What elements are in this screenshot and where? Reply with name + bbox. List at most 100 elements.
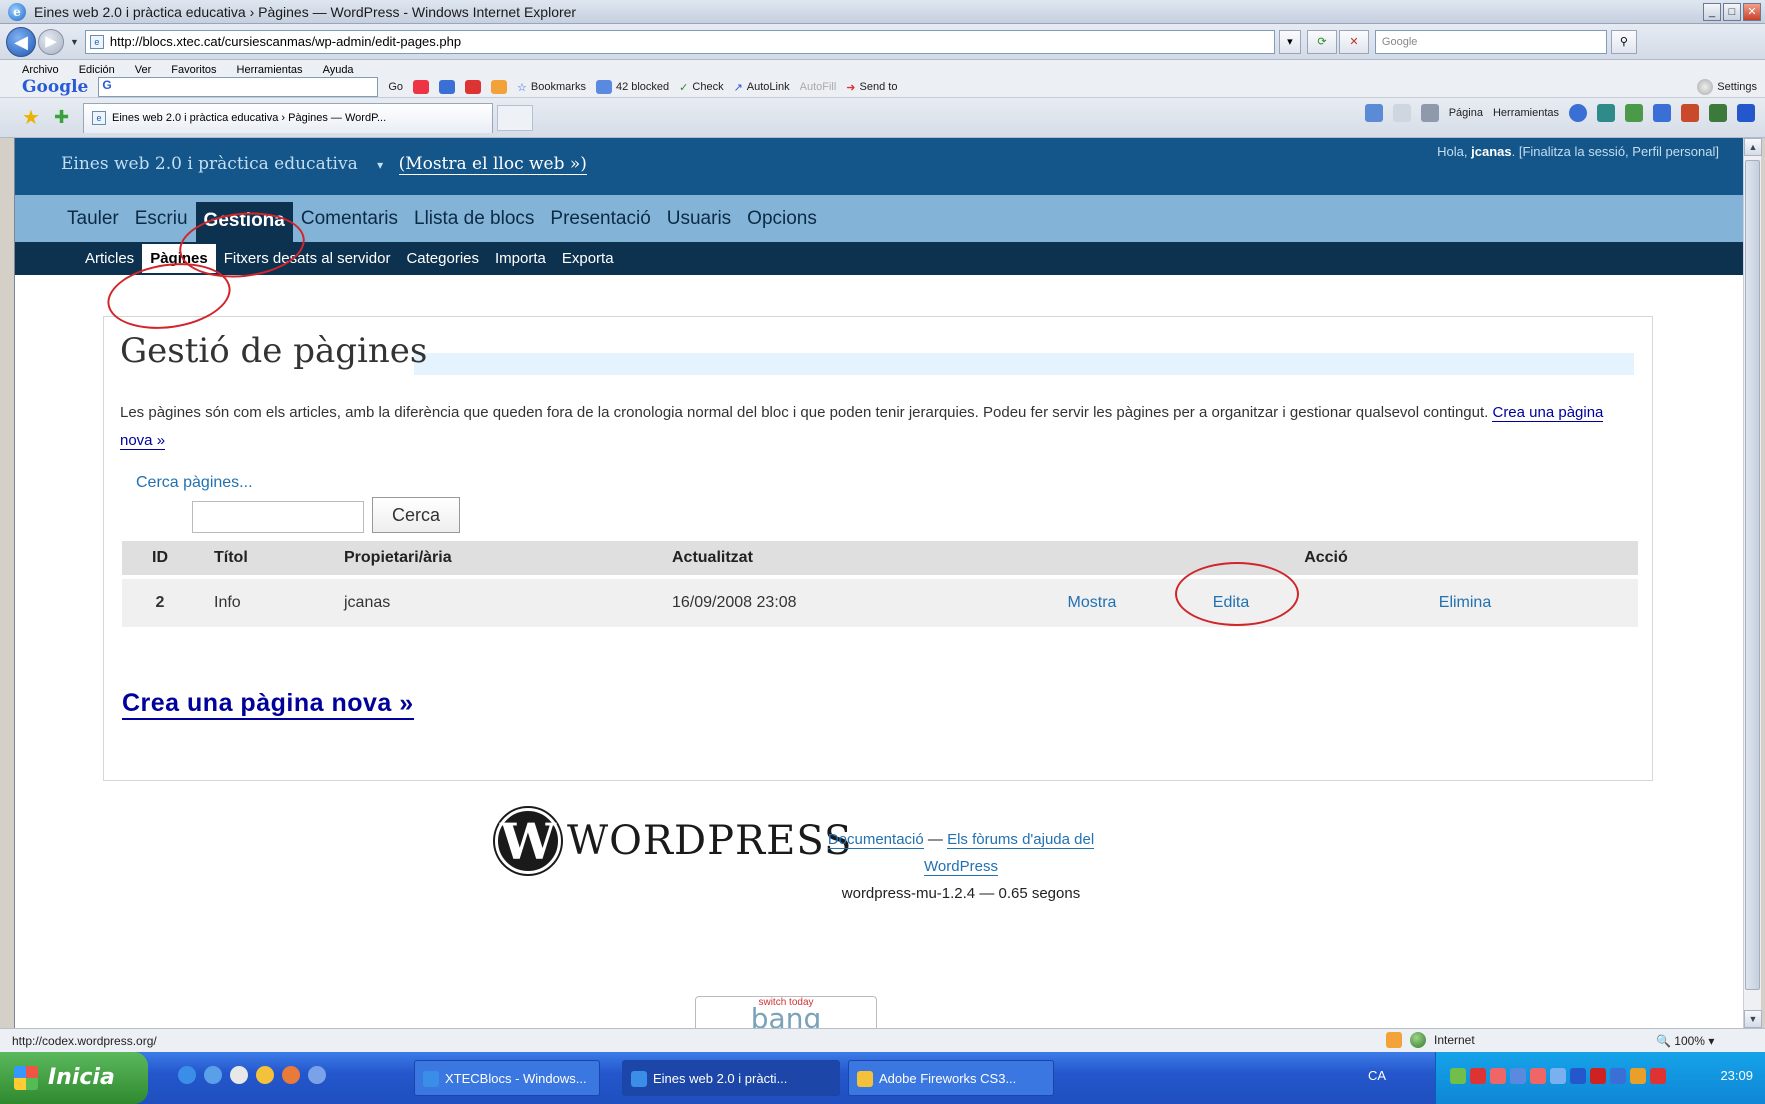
sendto-button[interactable]: ➜ Send to <box>846 81 897 94</box>
maximize-button[interactable]: □ <box>1723 3 1741 21</box>
back-button[interactable]: ◀ <box>6 26 36 57</box>
search-input[interactable]: Google <box>1374 29 1607 54</box>
tray-icon-2[interactable] <box>1470 1068 1486 1084</box>
news-icon[interactable] <box>439 80 456 94</box>
scroll-thumb[interactable] <box>1745 160 1760 990</box>
task-xtecblocs[interactable]: XTECBlocs - Windows... <box>414 1060 600 1096</box>
stop-button[interactable]: ✕ <box>1338 29 1369 54</box>
addon-icon-2[interactable] <box>1625 104 1643 122</box>
submenu-articles[interactable]: Articles <box>77 244 142 273</box>
submenu-categories[interactable]: Categories <box>398 244 487 273</box>
address-field[interactable]: e http://blocs.xtec.cat/cursiescanmas/wp… <box>84 29 1275 54</box>
scroll-up-icon[interactable]: ▲ <box>1744 138 1762 156</box>
tray-icon-6[interactable] <box>1550 1068 1566 1084</box>
tray-icon-10[interactable] <box>1630 1068 1646 1084</box>
refresh-button[interactable]: ⟳ <box>1306 29 1337 54</box>
promo-badge[interactable]: switch today bang <box>695 996 877 1028</box>
menu-llista-blocs[interactable]: Llista de blocs <box>406 208 542 242</box>
minimize-button[interactable]: _ <box>1703 3 1721 21</box>
blog-dropdown-icon[interactable]: ▾ <box>377 158 383 172</box>
tray-icon-11[interactable] <box>1650 1068 1666 1084</box>
language-indicator[interactable]: CA <box>1368 1068 1386 1083</box>
popup-blocker-button[interactable]: 42 blocked <box>595 80 669 94</box>
bookmarks-button[interactable]: ☆ Bookmarks <box>517 81 586 94</box>
tray-icon-5[interactable] <box>1530 1068 1546 1084</box>
close-button[interactable]: ✕ <box>1743 3 1761 21</box>
tray-icon-8[interactable] <box>1590 1068 1606 1084</box>
vertical-scrollbar[interactable]: ▲ ▼ <box>1743 138 1762 1028</box>
menu-archivo[interactable]: Archivo <box>22 64 59 76</box>
tray-icon-9[interactable] <box>1610 1068 1626 1084</box>
menu-presentacio[interactable]: Presentació <box>542 208 658 242</box>
gmail-icon[interactable] <box>465 80 482 94</box>
scroll-down-icon[interactable]: ▼ <box>1744 1010 1762 1028</box>
tools-menu[interactable]: Herramientas <box>1493 107 1559 119</box>
tray-icon-3[interactable] <box>1490 1068 1506 1084</box>
quicklaunch-firefox-icon[interactable] <box>282 1066 300 1084</box>
search-pages-input[interactable] <box>192 501 364 533</box>
quicklaunch-media-icon[interactable] <box>230 1066 248 1084</box>
print-icon[interactable] <box>1420 104 1439 122</box>
menu-edicion[interactable]: Edición <box>79 64 115 76</box>
addon-icon-5[interactable] <box>1709 104 1727 122</box>
task-fireworks[interactable]: Adobe Fireworks CS3... <box>848 1060 1054 1096</box>
autolink-button[interactable]: ↗ AutoLink <box>734 81 790 94</box>
spellcheck-button[interactable]: ✓ Check <box>679 81 723 94</box>
quicklaunch-ie-icon[interactable] <box>178 1066 196 1084</box>
menu-favoritos[interactable]: Favoritos <box>171 64 216 76</box>
security-zone[interactable]: Internet <box>1386 1032 1475 1048</box>
history-dropdown-icon[interactable]: ▼ <box>70 37 79 47</box>
submenu-exporta[interactable]: Exporta <box>554 244 622 273</box>
tray-icon-1[interactable] <box>1450 1068 1466 1084</box>
tray-icons <box>1450 1068 1666 1084</box>
forward-button[interactable]: ▶ <box>38 28 64 55</box>
page-menu[interactable]: Página <box>1449 107 1483 119</box>
submenu-importa[interactable]: Importa <box>487 244 554 273</box>
menu-herramientas[interactable]: Herramientas <box>237 64 303 76</box>
new-tab-button[interactable] <box>497 104 534 131</box>
menu-usuaris[interactable]: Usuaris <box>659 208 739 242</box>
status-bar: http://codex.wordpress.org/ Internet 🔍 1… <box>0 1028 1765 1052</box>
search-pages-button[interactable]: Cerca <box>372 497 460 533</box>
quicklaunch-desktop-icon[interactable] <box>204 1066 222 1084</box>
google-search-input[interactable]: G <box>98 77 379 97</box>
google-go-button[interactable]: Go <box>388 81 403 93</box>
addon-icon-6[interactable] <box>1737 104 1755 122</box>
settings-button[interactable]: Settings <box>1697 79 1757 95</box>
quicklaunch-app-icon[interactable] <box>256 1066 274 1084</box>
pagerank-icon[interactable] <box>413 80 430 94</box>
user-links[interactable]: [Finalitza la sessió, Perfil personal] <box>1519 144 1719 159</box>
favorites-star-icon[interactable]: ★ <box>22 105 40 130</box>
add-favorites-icon[interactable]: ✚ <box>54 107 69 128</box>
addon-icon-1[interactable] <box>1597 104 1615 122</box>
tray-icon-7[interactable] <box>1570 1068 1586 1084</box>
addon-icon-3[interactable] <box>1653 104 1671 122</box>
delete-link[interactable]: Elimina <box>1292 575 1638 627</box>
start-button[interactable]: Inicia <box>0 1052 148 1104</box>
docs-link[interactable]: Documentació <box>827 831 924 849</box>
feeds-icon[interactable] <box>1392 104 1411 122</box>
forums-link[interactable]: Els fòrums d'ajuda del WordPress <box>924 831 1095 876</box>
menu-ayuda[interactable]: Ayuda <box>323 64 354 76</box>
zoom-level[interactable]: 🔍 100% ▾ <box>1656 1034 1714 1048</box>
popup-blocker-icon <box>595 80 612 94</box>
create-page-big-link[interactable]: Crea una pàgina nova » <box>122 689 414 720</box>
menu-ver[interactable]: Ver <box>135 64 152 76</box>
autofill-button[interactable]: AutoFill <box>800 81 837 93</box>
addon-icon-4[interactable] <box>1681 104 1699 122</box>
task-eines-web[interactable]: Eines web 2.0 i pràcti... <box>622 1060 840 1096</box>
address-dropdown-button[interactable]: ▾ <box>1278 29 1301 54</box>
search-icon[interactable]: ⚲ <box>1610 29 1637 54</box>
menu-tauler[interactable]: Tauler <box>59 208 127 242</box>
menu-opcions[interactable]: Opcions <box>739 208 825 242</box>
username[interactable]: jcanas <box>1471 144 1511 159</box>
view-site-link[interactable]: (Mostra el lloc web ») <box>398 154 587 175</box>
help-icon[interactable] <box>1569 104 1587 122</box>
menu-comentaris[interactable]: Comentaris <box>293 208 406 242</box>
quicklaunch-other-icon[interactable] <box>308 1066 326 1084</box>
blogger-icon[interactable] <box>491 80 508 94</box>
home-icon[interactable] <box>1364 104 1383 122</box>
tray-icon-4[interactable] <box>1510 1068 1526 1084</box>
tab-current[interactable]: e Eines web 2.0 i pràctica educativa › P… <box>83 102 494 133</box>
view-link[interactable]: Mostra <box>1014 575 1170 627</box>
